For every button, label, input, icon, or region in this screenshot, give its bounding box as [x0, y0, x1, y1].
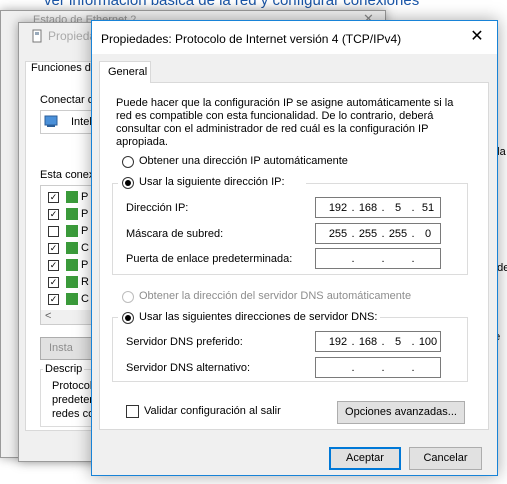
default-gateway-input[interactable]: . . .	[315, 248, 441, 269]
item-label: P	[81, 259, 89, 271]
protocol-icon	[66, 191, 78, 203]
background-page-heading: ver información básica de la red y confi…	[44, 0, 420, 9]
protocol-icon	[66, 293, 78, 305]
item-checkbox[interactable]	[48, 226, 59, 237]
octet: 0	[424, 228, 432, 240]
dialog-title: Propiedades: Protocolo de Internet versi…	[101, 32, 402, 46]
item-checkbox[interactable]: ✓	[48, 209, 59, 220]
octet: 255	[388, 228, 408, 240]
alternate-dns-input[interactable]: . . .	[315, 357, 441, 378]
validate-checkbox[interactable]	[126, 405, 139, 418]
octet: 5	[394, 202, 402, 214]
octet-separator: .	[351, 253, 355, 265]
ip-manual-label[interactable]: Usar la siguiente dirección IP:	[139, 176, 285, 188]
octet-separator: .	[351, 362, 355, 374]
item-checkbox[interactable]: ✓	[48, 260, 59, 271]
item-checkbox[interactable]: ✓	[48, 294, 59, 305]
description-line: predeter	[52, 394, 93, 406]
octet: 51	[421, 202, 435, 214]
protocol-icon	[66, 208, 78, 220]
item-checkbox[interactable]: ✓	[48, 277, 59, 288]
octet-separator: .	[411, 253, 415, 265]
item-label: P	[81, 225, 89, 237]
octet: 255	[358, 228, 378, 240]
octet-separator: .	[411, 362, 415, 374]
scroll-left-icon[interactable]: <	[45, 310, 51, 322]
ip-auto-label[interactable]: Obtener una dirección IP automáticamente	[139, 155, 348, 167]
network-card-icon	[44, 115, 58, 127]
ip-address-input[interactable]: 192 . 168 . 5 . 51	[315, 197, 441, 218]
connect-using-label: Conectar c	[40, 94, 94, 106]
ip-address-label: Dirección IP:	[126, 202, 189, 214]
octet: 192	[328, 202, 348, 214]
item-checkbox[interactable]: ✓	[48, 192, 59, 203]
network-adapter-icon	[32, 29, 42, 43]
octet: 255	[328, 228, 348, 240]
octet: 192	[328, 336, 348, 348]
protocol-icon	[66, 242, 78, 254]
protocol-icon	[66, 225, 78, 237]
description-title: Descrip	[43, 363, 85, 375]
dns-auto-radio[interactable]	[122, 291, 134, 303]
ipv4-properties-dialog: Propiedades: Protocolo de Internet versi…	[91, 20, 498, 476]
item-label: P	[81, 208, 89, 220]
dns-manual-radio[interactable]	[122, 312, 134, 324]
tab-general[interactable]: General	[99, 61, 151, 83]
description-text: Puede hacer que la configuración IP se a…	[116, 97, 454, 148]
default-gateway-label: Puerta de enlace predeterminada:	[126, 253, 293, 265]
accept-button[interactable]: Aceptar	[329, 447, 401, 470]
item-label: C	[81, 293, 89, 305]
octet-separator: .	[381, 253, 385, 265]
subnet-mask-input[interactable]: 255 . 255 . 255 . 0	[315, 223, 441, 244]
connection-items-label: Esta conex	[40, 169, 95, 181]
octet-separator: .	[381, 362, 385, 374]
octet: 168	[358, 202, 378, 214]
close-icon[interactable]: ✕	[466, 27, 488, 47]
protocol-icon	[66, 276, 78, 288]
item-label: C	[81, 242, 89, 254]
item-label: R	[81, 276, 89, 288]
item-checkbox[interactable]: ✓	[48, 243, 59, 254]
octet: 5	[394, 336, 402, 348]
advanced-options-button[interactable]: Opciones avanzadas...	[337, 401, 465, 424]
preferred-dns-label: Servidor DNS preferido:	[126, 336, 243, 348]
ip-manual-radio[interactable]	[122, 177, 134, 189]
validate-label[interactable]: Validar configuración al salir	[144, 405, 281, 417]
cancel-button[interactable]: Cancelar	[409, 447, 482, 470]
adapter-name: Intel	[71, 116, 92, 128]
octet: 168	[358, 336, 378, 348]
octet: 100	[418, 336, 438, 348]
item-label: P	[81, 191, 89, 203]
preferred-dns-input[interactable]: 192 . 168 . 5 . 100	[315, 331, 441, 352]
alternate-dns-label: Servidor DNS alternativo:	[126, 362, 251, 374]
ip-auto-radio[interactable]	[122, 156, 134, 168]
protocol-icon	[66, 259, 78, 271]
description-line: redes co	[52, 408, 95, 420]
subnet-mask-label: Máscara de subred:	[126, 228, 224, 240]
dns-auto-label[interactable]: Obtener la dirección del servidor DNS au…	[139, 290, 411, 302]
dns-manual-label[interactable]: Usar las siguientes direcciones de servi…	[139, 311, 377, 323]
